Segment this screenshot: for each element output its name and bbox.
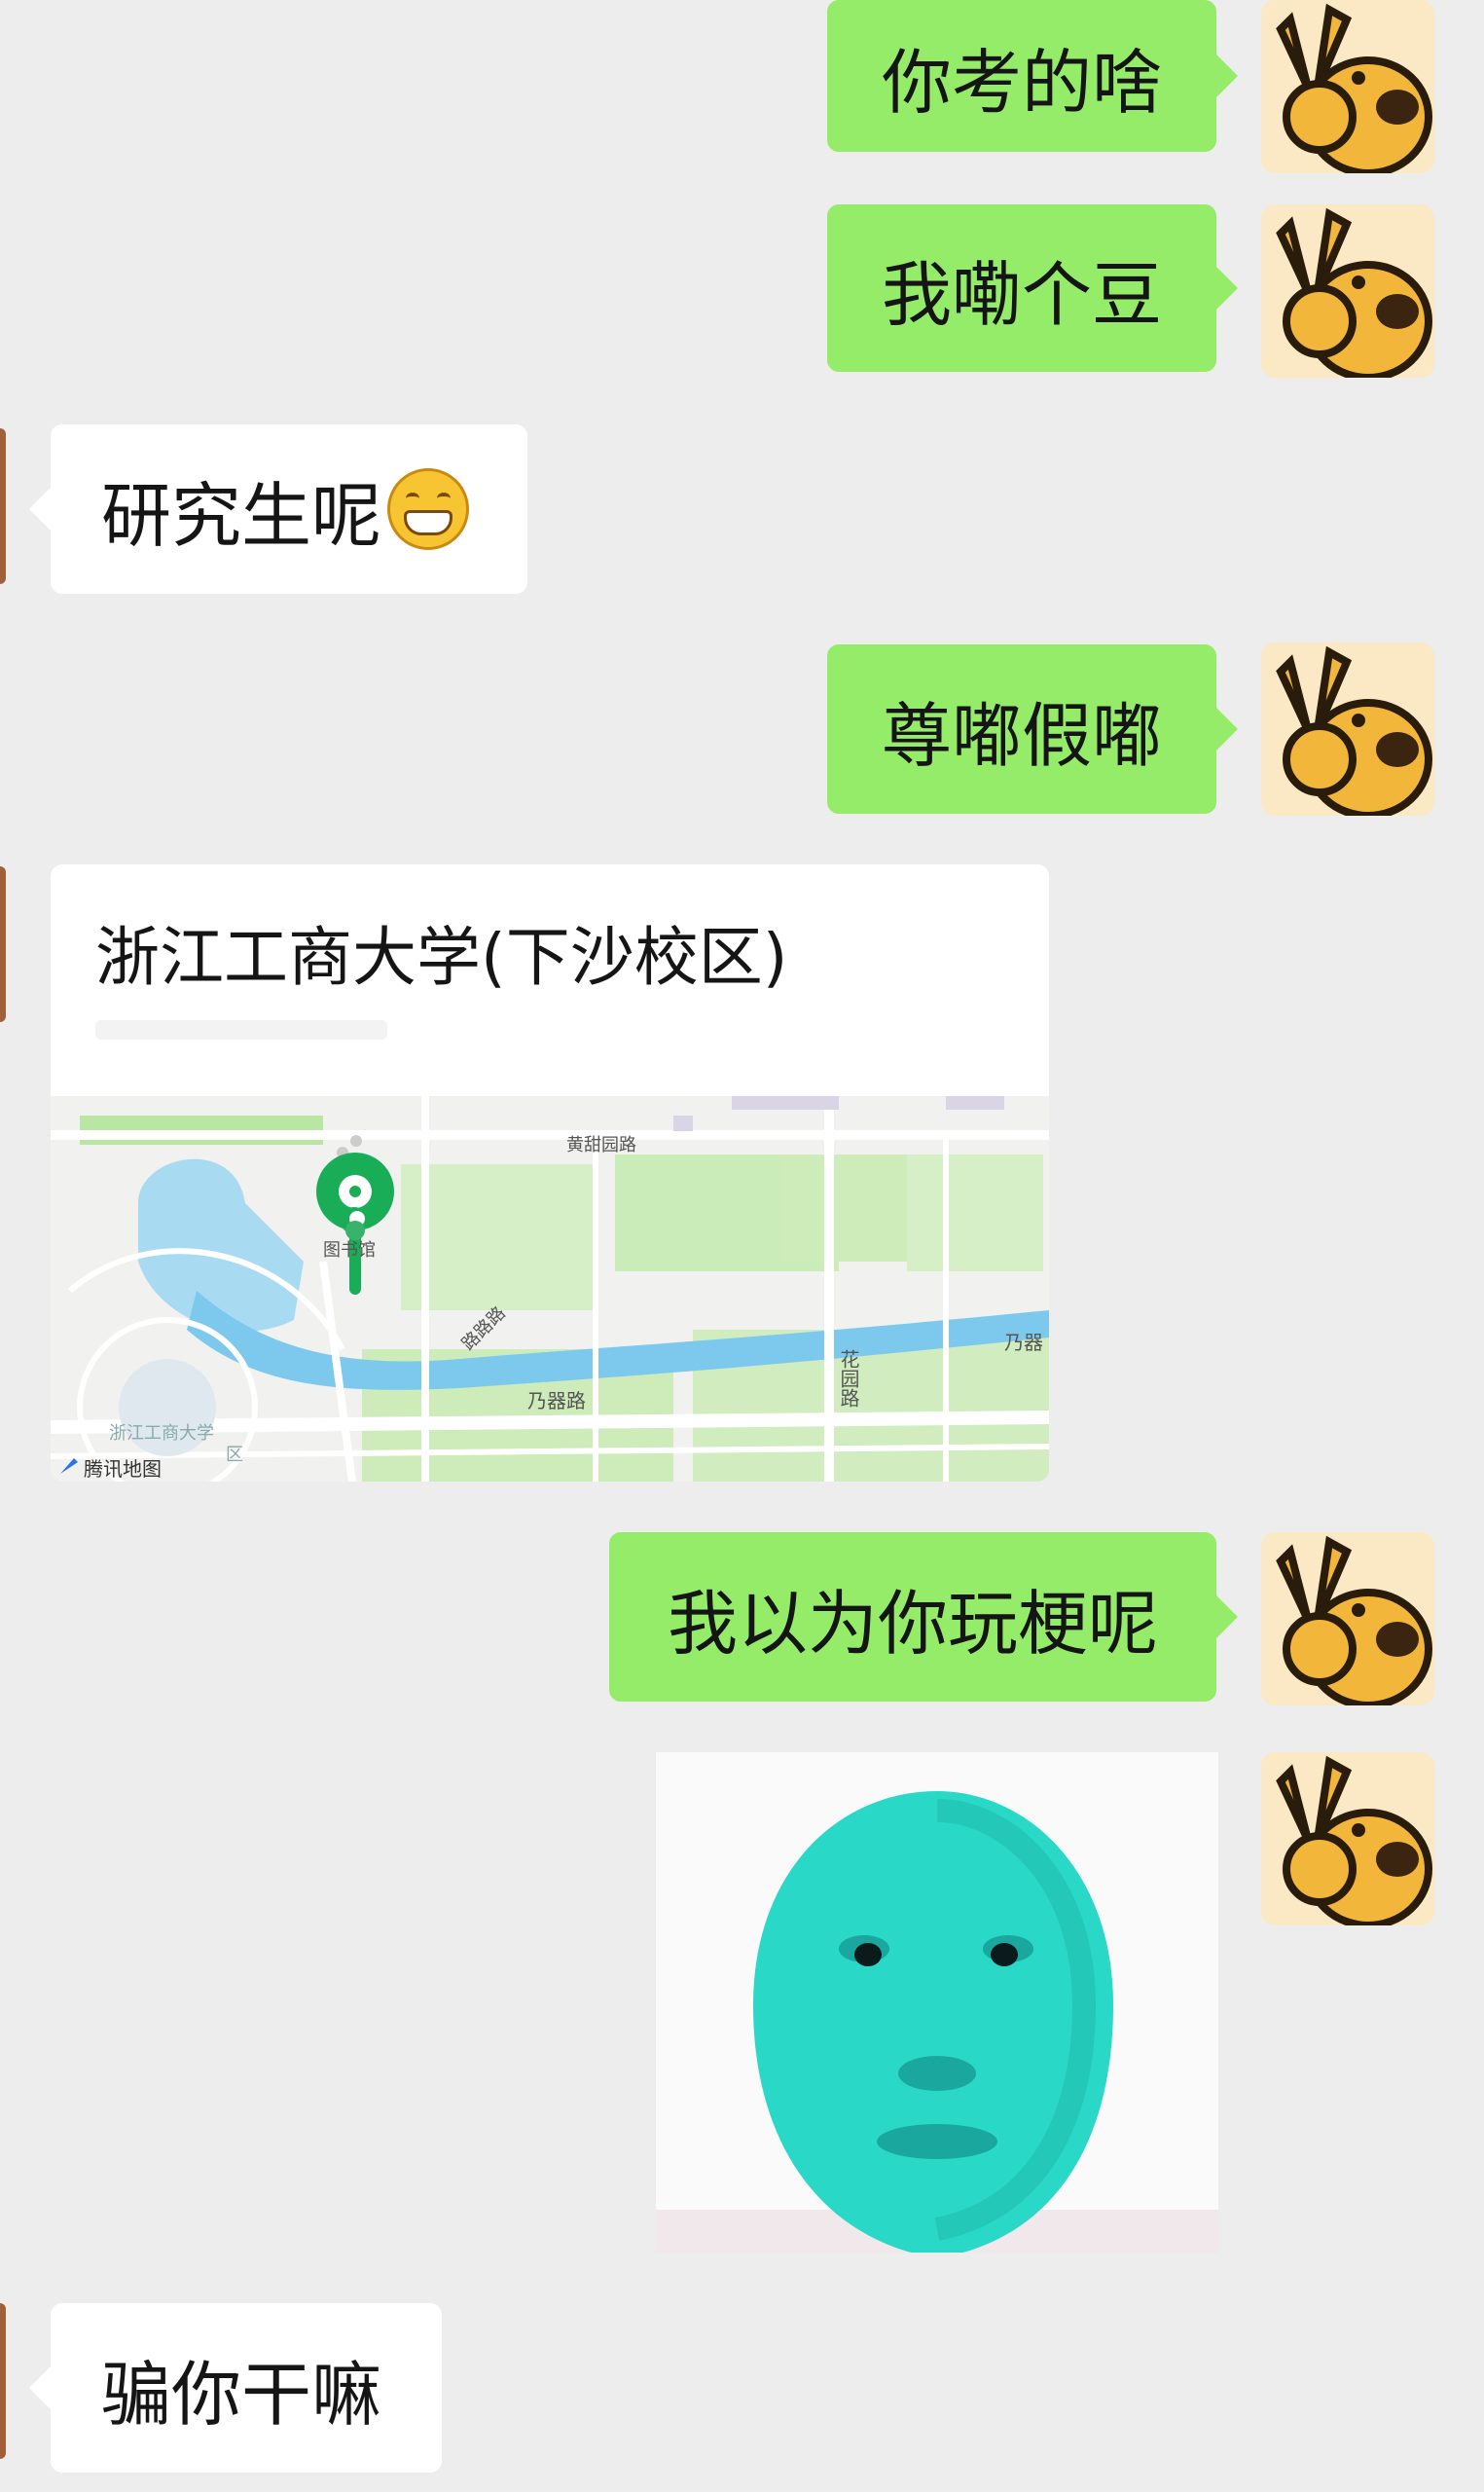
message-text: 骗你干嘛 (101, 2353, 382, 2436)
grinning-face-emoji (387, 468, 470, 550)
location-map[interactable]: 黄甜园路 图书馆 路路路 乃器路 乃器 花园路 浙江工商大学 区 腾讯地图 (51, 1096, 1049, 1482)
location-title: 浙江工商大学(下沙校区) (95, 920, 788, 995)
message-bubble[interactable]: 我嘞个豆 (827, 204, 1238, 372)
avatar-self[interactable] (1261, 1532, 1434, 1705)
avatar-self[interactable] (1261, 204, 1434, 378)
message-text: 尊嘟假嘟 (881, 694, 1162, 777)
message-text: 你考的啥 (881, 41, 1162, 124)
map-label-road-main: 乃器路 (527, 1389, 586, 1412)
map-label-road-top: 黄甜园路 (566, 1135, 636, 1155)
message-bubble[interactable]: 骗你干嘛 (29, 2303, 442, 2473)
map-label-road-right: 乃器 (1004, 1331, 1043, 1354)
message-text: 研究生呢 (101, 474, 382, 557)
message-bubble[interactable]: 你考的啥 (827, 0, 1238, 152)
avatar-contact[interactable] (0, 428, 6, 584)
message-bubble[interactable]: 我以为你玩梗呢 (609, 1532, 1238, 1702)
map-brand: 腾讯地图 (84, 1457, 162, 1481)
map-label-road-vertical: 花园路 (837, 1349, 860, 1408)
avatar-self[interactable] (1261, 0, 1434, 173)
avatar-contact[interactable] (0, 2303, 6, 2459)
map-label-campus-sub: 区 (226, 1445, 243, 1465)
map-label-campus: 浙江工商大学 (109, 1423, 214, 1444)
message-text: 我嘞个豆 (881, 253, 1162, 336)
message-bubble[interactable]: 研究生呢 (29, 424, 527, 594)
message-bubble[interactable]: 尊嘟假嘟 (827, 644, 1238, 814)
green-face-sticker[interactable] (656, 1752, 1218, 2253)
location-card[interactable]: 浙江工商大学(下沙校区) 黄甜园路 图书馆 路路路 乃器路 乃器 花园路 浙江工… (51, 864, 1049, 1482)
avatar-self[interactable] (1261, 1752, 1434, 1925)
location-address-placeholder (95, 1020, 387, 1040)
map-label-library: 图书馆 (323, 1240, 376, 1261)
avatar-self[interactable] (1261, 642, 1434, 816)
avatar-contact[interactable] (0, 866, 6, 1022)
message-text: 我以为你玩梗呢 (667, 1582, 1158, 1665)
